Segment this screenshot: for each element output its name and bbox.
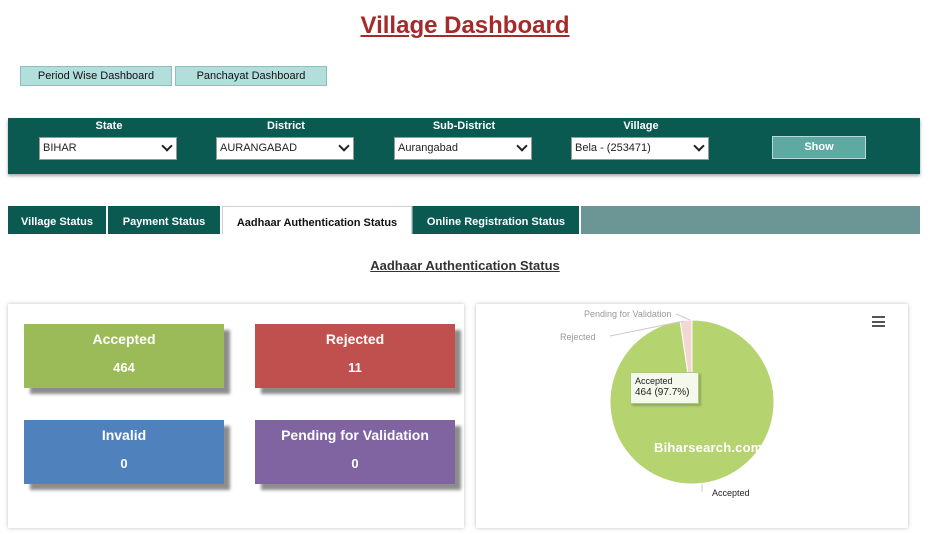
page-title: Village Dashboard bbox=[360, 12, 570, 39]
village-select[interactable]: Bela - (253471) bbox=[571, 137, 709, 160]
invalid-card: Invalid 0 bbox=[24, 420, 224, 484]
state-select[interactable]: BIHAR bbox=[39, 137, 177, 160]
status-cards-panel: Accepted 464 Rejected 11 Invalid 0 Pendi… bbox=[8, 304, 464, 528]
period-wise-dashboard-button[interactable]: Period Wise Dashboard bbox=[20, 66, 172, 86]
panchayat-dashboard-button[interactable]: Panchayat Dashboard bbox=[175, 66, 327, 86]
village-value: Bela - (253471) bbox=[575, 142, 651, 154]
pending-validation-card: Pending for Validation 0 bbox=[255, 420, 455, 484]
invalid-card-value: 0 bbox=[120, 456, 128, 471]
invalid-card-label: Invalid bbox=[101, 427, 147, 443]
data-label-accepted: Accepted bbox=[712, 488, 750, 498]
tooltip-value: 464 (97.7%) bbox=[635, 387, 690, 398]
sub-district-label: Sub-District bbox=[432, 120, 496, 132]
hamburger-menu-icon[interactable] bbox=[872, 316, 885, 327]
chevron-down-icon bbox=[338, 140, 350, 152]
tab-aadhaar-authentication-status[interactable]: Aadhaar Authentication Status bbox=[222, 206, 412, 234]
chart-tooltip: Accepted 464 (97.7%) bbox=[630, 372, 699, 404]
tooltip-label: Accepted bbox=[635, 376, 673, 386]
rejected-card-label: Rejected bbox=[325, 331, 385, 347]
section-title: Aadhaar Authentication Status bbox=[0, 258, 930, 273]
tab-village-status[interactable]: Village Status bbox=[8, 206, 108, 234]
village-label: Village bbox=[623, 120, 659, 132]
accepted-card-value: 464 bbox=[113, 360, 135, 375]
pending-validation-card-label: Pending for Validation bbox=[281, 427, 429, 443]
pie-chart bbox=[609, 313, 775, 492]
tab-online-registration-status[interactable]: Online Registration Status bbox=[413, 206, 581, 234]
chevron-down-icon bbox=[516, 140, 528, 152]
watermark-text: Biharsearch.com bbox=[654, 440, 763, 455]
show-button[interactable]: Show bbox=[772, 136, 866, 159]
district-value: AURANGABAD bbox=[220, 142, 298, 154]
sub-district-value: Aurangabad bbox=[398, 142, 458, 154]
chevron-down-icon bbox=[161, 140, 173, 152]
data-label-rejected: Rejected bbox=[560, 332, 596, 342]
filter-bar: State BIHAR District AURANGABAD Sub-Dist… bbox=[8, 118, 920, 174]
pie-chart-panel: Biharsearch.com Accepted 464 (97.7%) Acc… bbox=[476, 304, 908, 528]
state-label: State bbox=[95, 120, 123, 132]
connector-pending bbox=[675, 313, 691, 321]
tab-bar: Village Status Payment Status Aadhaar Au… bbox=[8, 206, 920, 234]
chevron-down-icon bbox=[693, 140, 705, 152]
pending-validation-card-value: 0 bbox=[351, 456, 359, 471]
rejected-card-value: 11 bbox=[348, 360, 362, 375]
district-label: District bbox=[267, 120, 305, 132]
data-label-pending-for-validation: Pending for Validation bbox=[584, 309, 672, 319]
state-value: BIHAR bbox=[43, 142, 77, 154]
rejected-card: Rejected 11 bbox=[255, 324, 455, 388]
section-title-text: Aadhaar Authentication Status bbox=[370, 258, 560, 273]
tab-payment-status[interactable]: Payment Status bbox=[108, 206, 222, 234]
accepted-card: Accepted 464 bbox=[24, 324, 224, 388]
accepted-card-label: Accepted bbox=[92, 331, 156, 347]
sub-district-select[interactable]: Aurangabad bbox=[394, 137, 532, 160]
district-select[interactable]: AURANGABAD bbox=[216, 137, 354, 160]
